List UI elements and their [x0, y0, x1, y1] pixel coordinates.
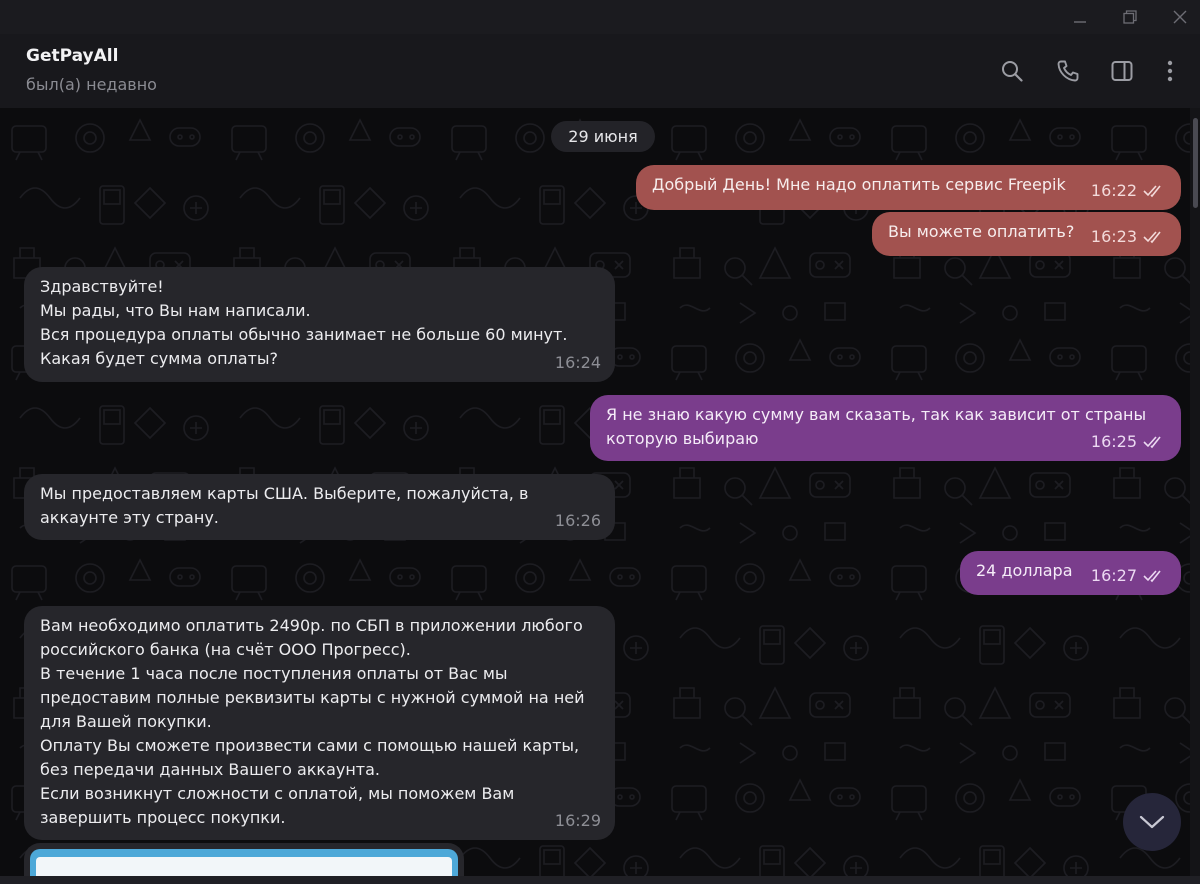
message-time: 16:22: [1090, 181, 1137, 200]
message-text: Я не знаю какую сумму вам сказать, так к…: [606, 405, 1147, 448]
message-outgoing[interactable]: 24 доллара 16:27: [960, 551, 1181, 595]
restore-icon[interactable]: [1110, 0, 1150, 34]
window-bottom-edge: [0, 876, 1200, 884]
chat-title[interactable]: GetPayAll: [26, 46, 118, 66]
scrollbar-track[interactable]: [1190, 108, 1200, 880]
message-meta: 16:22: [1091, 179, 1167, 203]
message-time: 16:24: [554, 353, 601, 372]
message-outgoing[interactable]: Вы можете оплатить? 16:23: [872, 212, 1181, 256]
search-icon[interactable]: [995, 54, 1029, 88]
message-meta: 16:26: [555, 509, 601, 533]
message-text: Вам необходимо оплатить 2490р. по СБП в …: [40, 616, 585, 827]
close-icon[interactable]: [1160, 0, 1200, 34]
message-time: 16:23: [1090, 227, 1137, 246]
double-check-icon: [1143, 436, 1161, 449]
chevron-down-icon: [1139, 815, 1165, 829]
message-time: 16:27: [1090, 566, 1137, 585]
date-separator[interactable]: 29 июня: [551, 121, 655, 152]
more-icon[interactable]: [1153, 54, 1187, 88]
message-meta: 16:24: [555, 351, 601, 375]
sidebar-icon[interactable]: [1105, 54, 1139, 88]
message-incoming[interactable]: Вам необходимо оплатить 2490р. по СБП в …: [24, 606, 615, 840]
phone-icon[interactable]: [1051, 54, 1085, 88]
double-check-icon: [1143, 231, 1161, 244]
double-check-icon: [1143, 570, 1161, 583]
message-text: Добрый День! Мне надо оплатить сервис Fr…: [652, 175, 1066, 194]
message-meta: 16:23: [1091, 225, 1167, 249]
message-time: 16:25: [1090, 432, 1137, 451]
chat-status: был(а) недавно: [26, 75, 157, 94]
message-incoming[interactable]: Мы предоставляем карты США. Выберите, по…: [24, 474, 615, 540]
chat-header[interactable]: GetPayAll был(а) недавно: [0, 34, 1200, 109]
window-titlebar: [0, 0, 1200, 34]
minimize-icon[interactable]: [1060, 0, 1100, 34]
message-meta: 16:29: [555, 809, 601, 833]
message-meta: 16:25: [1091, 430, 1167, 454]
message-outgoing[interactable]: Я не знаю какую сумму вам сказать, так к…: [590, 395, 1181, 461]
message-time: 16:26: [554, 511, 601, 530]
message-incoming[interactable]: Здравствуйте! Мы рады, что Вы нам написа…: [24, 267, 615, 382]
message-meta: 16:27: [1091, 564, 1167, 588]
scroll-down-button[interactable]: [1123, 793, 1181, 851]
message-text: Мы предоставляем карты США. Выберите, по…: [40, 484, 529, 527]
message-time: 16:29: [554, 811, 601, 830]
message-text: Здравствуйте! Мы рады, что Вы нам написа…: [40, 277, 568, 368]
scrollbar-thumb[interactable]: [1193, 118, 1198, 208]
double-check-icon: [1143, 185, 1161, 198]
message-outgoing[interactable]: Добрый День! Мне надо оплатить сервис Fr…: [636, 165, 1181, 210]
